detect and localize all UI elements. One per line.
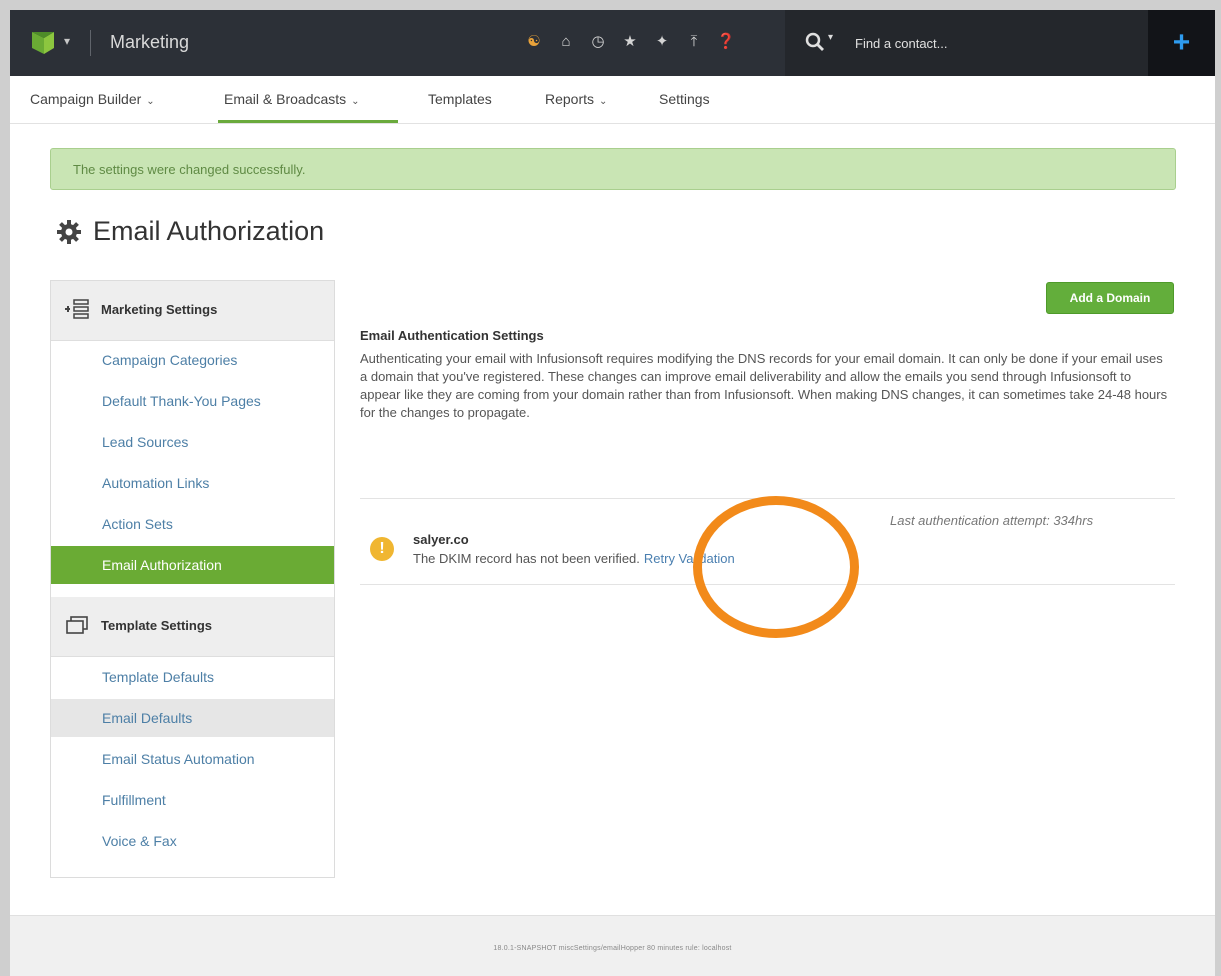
help-icon[interactable]: ❓ bbox=[717, 32, 736, 50]
app-window: ▾ Marketing ☯ ⌂ ◷ ★ ✦ ⤒ ❓ ▾ + Campaign B… bbox=[10, 10, 1215, 976]
page-footer: 18.0.1-SNAPSHOT miscSettings/emailHopper… bbox=[10, 915, 1215, 976]
sidebar-item-voice-fax[interactable]: Voice & Fax bbox=[51, 822, 334, 860]
sidebar-item-fulfillment[interactable]: Fulfillment bbox=[51, 781, 334, 819]
sidebar-item-email-authorization[interactable]: Email Authorization bbox=[51, 546, 334, 584]
chevron-down-icon: ⌄ bbox=[351, 96, 360, 107]
upload-icon[interactable]: ⤒ bbox=[685, 32, 703, 50]
sparkle-icon[interactable]: ✦ bbox=[653, 32, 671, 50]
sidebar-item-default-thank-you-pages[interactable]: Default Thank-You Pages bbox=[51, 382, 334, 420]
settings-sidebar: Marketing Settings Campaign Categories D… bbox=[50, 280, 335, 878]
sidebar-item-email-defaults[interactable]: Email Defaults bbox=[51, 699, 334, 737]
search-input[interactable] bbox=[855, 30, 1115, 56]
nav-campaign-builder[interactable]: Campaign Builder ⌄ bbox=[30, 91, 155, 107]
dkim-status-message: The DKIM record has not been verified. Re… bbox=[413, 551, 735, 566]
domain-name: salyer.co bbox=[413, 532, 469, 547]
last-attempt-text: Last authentication attempt: 334hrs bbox=[890, 513, 1094, 528]
section-title: Email Authentication Settings bbox=[360, 328, 544, 343]
sidebar-item-lead-sources[interactable]: Lead Sources bbox=[51, 423, 334, 461]
infusionsoft-logo-icon[interactable] bbox=[30, 30, 56, 56]
search-icon[interactable] bbox=[805, 32, 825, 52]
page-title: Email Authorization bbox=[93, 216, 325, 246]
sidebar-item-template-defaults[interactable]: Template Defaults bbox=[51, 658, 334, 696]
footer-build-info: 18.0.1-SNAPSHOT miscSettings/emailHopper… bbox=[493, 945, 732, 952]
active-tab-indicator bbox=[218, 120, 398, 123]
top-bar: ▾ Marketing ☯ ⌂ ◷ ★ ✦ ⤒ ❓ ▾ + bbox=[10, 10, 1215, 76]
sidebar-item-campaign-categories[interactable]: Campaign Categories bbox=[51, 341, 334, 379]
gear-icon bbox=[57, 219, 81, 244]
annotation-highlight-circle bbox=[693, 496, 859, 638]
windows-icon bbox=[66, 616, 88, 634]
sidebar-item-action-sets[interactable]: Action Sets bbox=[51, 505, 334, 543]
main-nav: Campaign Builder ⌄ Email & Broadcasts ⌄ Te… bbox=[10, 76, 1215, 124]
sidebar-section-template-settings: Template Settings bbox=[51, 597, 334, 657]
header-icon-group: ☯ ⌂ ◷ ★ ✦ ⤒ ❓ bbox=[525, 32, 736, 51]
add-domain-button[interactable]: Add a Domain bbox=[1046, 282, 1174, 314]
sidebar-item-email-status-automation[interactable]: Email Status Automation bbox=[51, 740, 334, 778]
sidebar-section-marketing-settings: Marketing Settings bbox=[51, 281, 334, 341]
header-divider bbox=[90, 30, 91, 56]
sidebar-item-automation-links[interactable]: Automation Links bbox=[51, 464, 334, 502]
people-icon[interactable]: ☯ bbox=[525, 32, 543, 50]
nav-settings[interactable]: Settings bbox=[659, 91, 710, 107]
plus-icon: + bbox=[1172, 26, 1191, 59]
contact-search: ▾ bbox=[785, 10, 1148, 76]
section-description: Authenticating your email with Infusions… bbox=[360, 351, 1168, 420]
add-new-button[interactable]: + bbox=[1148, 10, 1215, 76]
search-options-chevron-icon[interactable]: ▾ bbox=[828, 32, 833, 43]
list-tree-icon bbox=[65, 299, 89, 319]
star-icon[interactable]: ★ bbox=[621, 32, 639, 50]
app-switcher-chevron-icon[interactable]: ▾ bbox=[64, 34, 70, 48]
clock-icon[interactable]: ◷ bbox=[589, 32, 607, 50]
nav-email-broadcasts[interactable]: Email & Broadcasts ⌄ bbox=[224, 91, 360, 107]
page-header: Email Authorization bbox=[55, 216, 324, 247]
success-alert: The settings were changed successfully. bbox=[50, 148, 1176, 190]
nav-reports[interactable]: Reports ⌄ bbox=[545, 91, 607, 107]
chevron-down-icon: ⌄ bbox=[599, 96, 608, 107]
app-title: Marketing bbox=[110, 32, 190, 52]
warning-icon: ! bbox=[370, 537, 394, 561]
home-icon[interactable]: ⌂ bbox=[557, 32, 575, 50]
chevron-down-icon: ⌄ bbox=[146, 96, 155, 107]
nav-templates[interactable]: Templates bbox=[428, 91, 492, 107]
